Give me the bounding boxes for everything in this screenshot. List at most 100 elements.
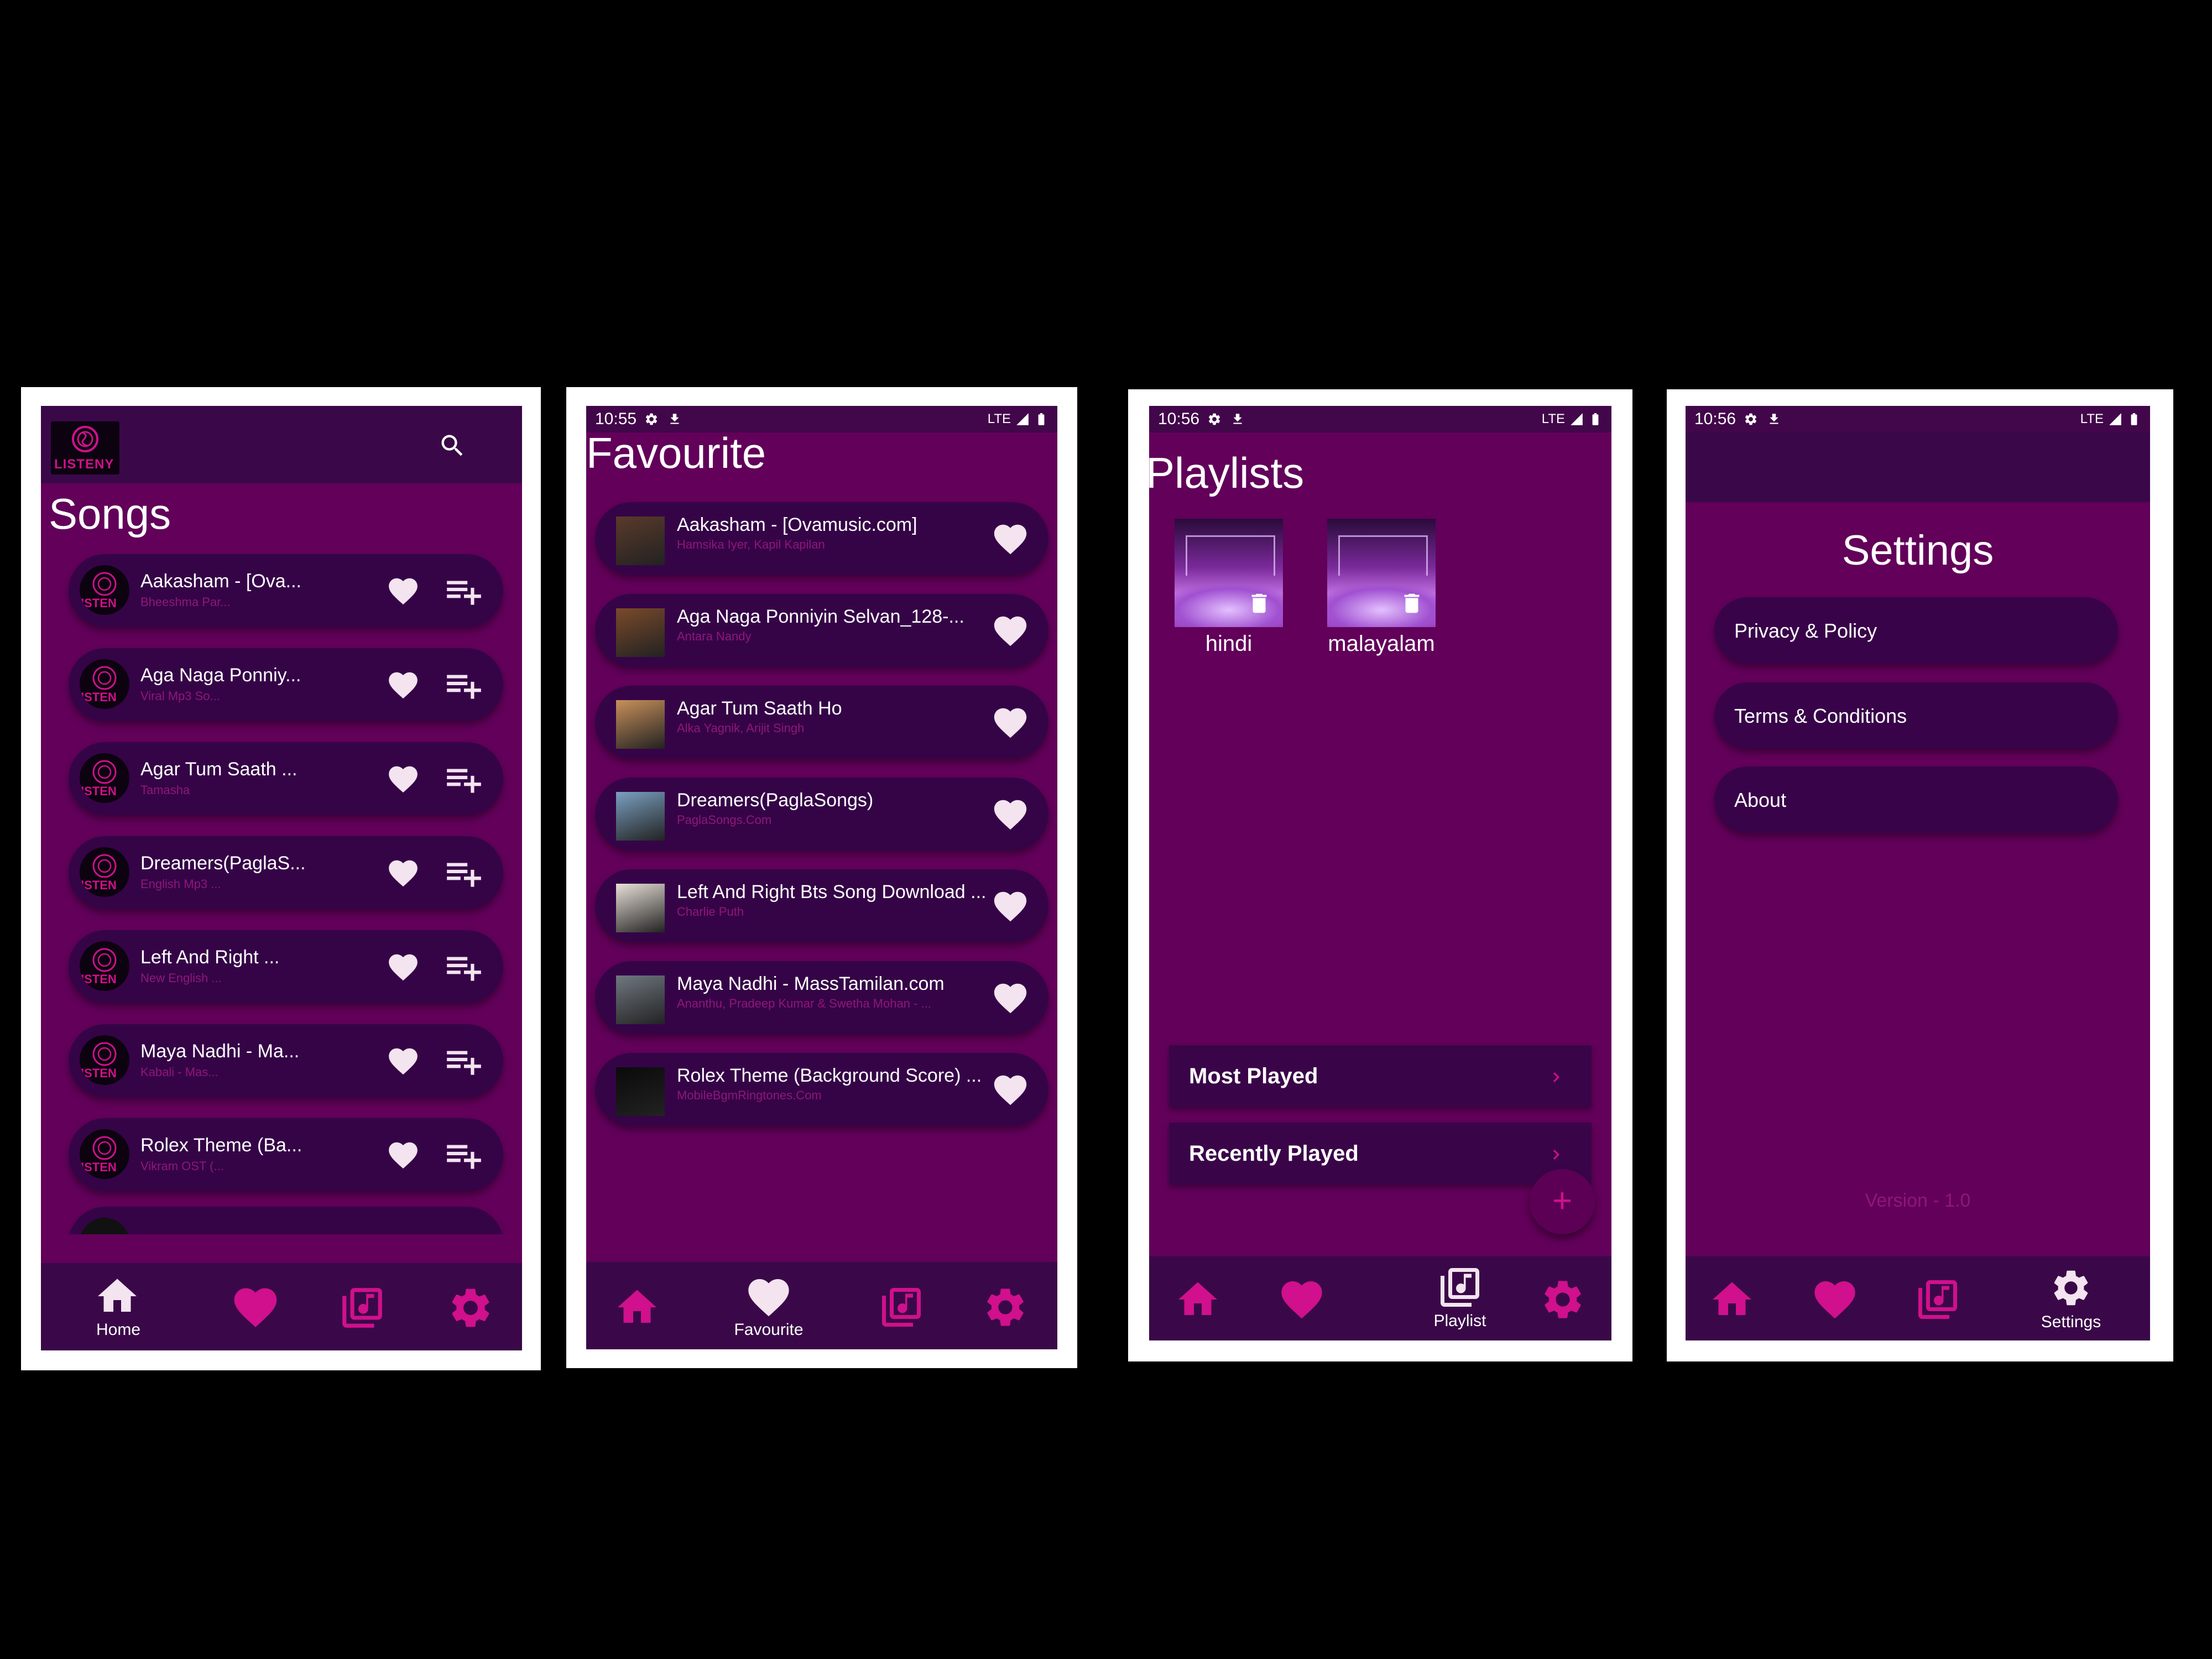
nav-settings-label[interactable]: Settings xyxy=(2041,1313,2101,1332)
song-list[interactable]: ISTEN Aakasham - [Ova... Bheeshma Par... IS… xyxy=(41,406,522,1234)
favourite-item[interactable]: Dreamers(PaglaSongs) PaglaSongs.Com xyxy=(595,778,1048,851)
version-text: Version - 1.0 xyxy=(1865,1190,1971,1211)
signal-icon xyxy=(1569,412,1584,426)
song-thumbnail: ISTEN xyxy=(80,1129,129,1179)
song-artist: Hamsika Iyer, Kapil Kapilan xyxy=(677,538,825,551)
playlist-tile[interactable]: malayalam xyxy=(1327,519,1436,657)
library-music-icon[interactable] xyxy=(1914,1276,1961,1323)
settings-screen: 10:56 LTE Settings Privacy & Policy Term… xyxy=(1686,406,2150,1340)
app-bar xyxy=(1686,432,2150,502)
library-music-icon[interactable] xyxy=(1437,1264,1483,1311)
heart-icon[interactable] xyxy=(991,979,1030,1018)
home-icon[interactable] xyxy=(614,1284,660,1331)
heart-icon[interactable] xyxy=(386,762,420,796)
song-item[interactable]: ISTEN Left And Right ... New English ... xyxy=(69,930,503,1003)
item-label: About xyxy=(1734,789,1787,811)
delete-icon[interactable] xyxy=(1246,591,1272,616)
song-item[interactable]: ISTEN Maya Nadhi - Ma... Kabali - Mas... xyxy=(69,1024,503,1097)
favourite-item[interactable]: Aakasham - [Ovamusic.com] Hamsika Iyer, K… xyxy=(595,502,1048,575)
settings-icon[interactable] xyxy=(2049,1266,2093,1310)
song-artist: English Mp3 ... xyxy=(140,877,221,891)
heart-icon[interactable] xyxy=(991,1071,1030,1109)
most-played-row[interactable]: Most Played xyxy=(1169,1045,1592,1107)
favourite-item[interactable]: Left And Right Bts Song Download ... Char… xyxy=(595,869,1048,942)
heart-icon[interactable] xyxy=(991,612,1030,650)
song-item-partial[interactable] xyxy=(69,1207,503,1234)
playlist-add-icon[interactable] xyxy=(444,759,484,800)
playlist-add-icon[interactable] xyxy=(444,1041,484,1082)
thumbnail-text: ISTEN xyxy=(81,596,117,610)
song-title: Agar Tum Saath ... xyxy=(140,759,298,780)
heart-icon[interactable] xyxy=(744,1273,793,1322)
nav-favourite-label[interactable]: Favourite xyxy=(734,1321,803,1339)
heart-icon[interactable] xyxy=(991,520,1030,559)
heart-icon[interactable] xyxy=(386,1138,420,1172)
delete-icon[interactable] xyxy=(1399,591,1425,616)
item-label: Terms & Conditions xyxy=(1734,705,1907,727)
favourite-item[interactable]: Maya Nadhi - MassTamilan.com Ananthu, Pra… xyxy=(595,961,1048,1034)
home-icon[interactable] xyxy=(1175,1276,1221,1323)
heart-icon[interactable] xyxy=(991,887,1030,926)
page-title: Playlists xyxy=(1149,448,1305,497)
album-art xyxy=(616,884,665,932)
favourite-item[interactable]: Agar Tum Saath Ho Alka Yagnik, Arijit Sin… xyxy=(595,686,1048,759)
library-music-icon[interactable] xyxy=(338,1284,386,1332)
settings-icon[interactable] xyxy=(1540,1276,1586,1323)
playlist-add-icon[interactable] xyxy=(444,665,484,706)
song-artist: Vikram OST (... xyxy=(140,1159,224,1173)
heart-icon[interactable] xyxy=(1277,1275,1326,1324)
terms-conditions-item[interactable]: Terms & Conditions xyxy=(1714,682,2118,749)
recently-played-row[interactable]: Recently Played xyxy=(1169,1123,1592,1185)
favourite-item[interactable]: Aga Naga Ponniyin Selvan_128-... Antara N… xyxy=(595,594,1048,667)
song-thumbnail: ISTEN xyxy=(80,941,129,991)
nav-home-label[interactable]: Home xyxy=(96,1321,140,1339)
favourite-item[interactable]: Rolex Theme (Background Score) ... Mobile… xyxy=(595,1053,1048,1126)
heart-icon[interactable] xyxy=(991,703,1030,742)
album-art xyxy=(616,1067,665,1116)
playlist-add-icon[interactable] xyxy=(444,947,484,988)
thumbnail-text: ISTEN xyxy=(81,878,117,892)
playlist-cover xyxy=(1175,519,1283,627)
heart-icon[interactable] xyxy=(386,950,420,984)
playlist-name: hindi xyxy=(1205,632,1253,656)
song-artist: PaglaSongs.Com xyxy=(677,813,772,827)
song-item[interactable]: ISTEN Aga Naga Ponniy... Viral Mp3 So... xyxy=(69,648,503,721)
favourite-list[interactable]: Aakasham - [Ovamusic.com] Hamsika Iyer, K… xyxy=(586,406,1057,1235)
about-item[interactable]: About xyxy=(1714,766,2118,833)
bottom-nav: Home xyxy=(41,1263,522,1350)
album-art xyxy=(616,792,665,841)
playlist-tile[interactable]: hindi xyxy=(1175,519,1283,657)
playlist-add-icon[interactable] xyxy=(444,571,484,612)
row-label: Recently Played xyxy=(1189,1141,1359,1166)
song-artist: Antara Nandy xyxy=(677,629,752,643)
song-title: Agar Tum Saath Ho xyxy=(677,698,842,719)
playlist-add-icon[interactable] xyxy=(444,853,484,894)
add-playlist-fab[interactable]: + xyxy=(1530,1169,1595,1234)
playlist-add-icon[interactable] xyxy=(444,1135,484,1176)
home-icon[interactable] xyxy=(1709,1276,1755,1323)
song-artist: Kabali - Mas... xyxy=(140,1065,218,1079)
song-item[interactable]: ISTEN Agar Tum Saath ... Tamasha xyxy=(69,742,503,815)
library-music-icon[interactable] xyxy=(878,1284,925,1331)
nav-playlist-label[interactable]: Playlist xyxy=(1433,1312,1486,1331)
song-item[interactable]: ISTEN Dreamers(PaglaS... English Mp3 ... xyxy=(69,836,503,909)
settings-icon[interactable] xyxy=(982,1284,1029,1331)
song-title: Aakasham - [Ovamusic.com] xyxy=(677,514,917,535)
heart-icon[interactable] xyxy=(386,856,420,890)
heart-icon[interactable] xyxy=(386,668,420,702)
signal-icon xyxy=(2108,412,2122,426)
status-time: 10:56 xyxy=(1158,410,1200,428)
song-item[interactable]: ISTEN Aakasham - [Ova... Bheeshma Par... xyxy=(69,554,503,627)
thumbnail-text: ISTEN xyxy=(81,690,117,704)
privacy-policy-item[interactable]: Privacy & Policy xyxy=(1714,597,2118,664)
favourite-screen: 10:55 LTE Favourite Aakasham - [Ovamusic… xyxy=(586,406,1057,1349)
heart-icon[interactable] xyxy=(386,1044,420,1078)
heart-icon[interactable] xyxy=(230,1282,281,1333)
heart-icon[interactable] xyxy=(1811,1275,1859,1324)
song-artist: Alka Yagnik, Arijit Singh xyxy=(677,721,805,735)
heart-icon[interactable] xyxy=(386,574,420,608)
song-item[interactable]: ISTEN Rolex Theme (Ba... Vikram OST (... xyxy=(69,1118,503,1191)
heart-icon[interactable] xyxy=(991,795,1030,834)
home-icon[interactable] xyxy=(94,1273,140,1319)
settings-icon[interactable] xyxy=(447,1284,494,1332)
